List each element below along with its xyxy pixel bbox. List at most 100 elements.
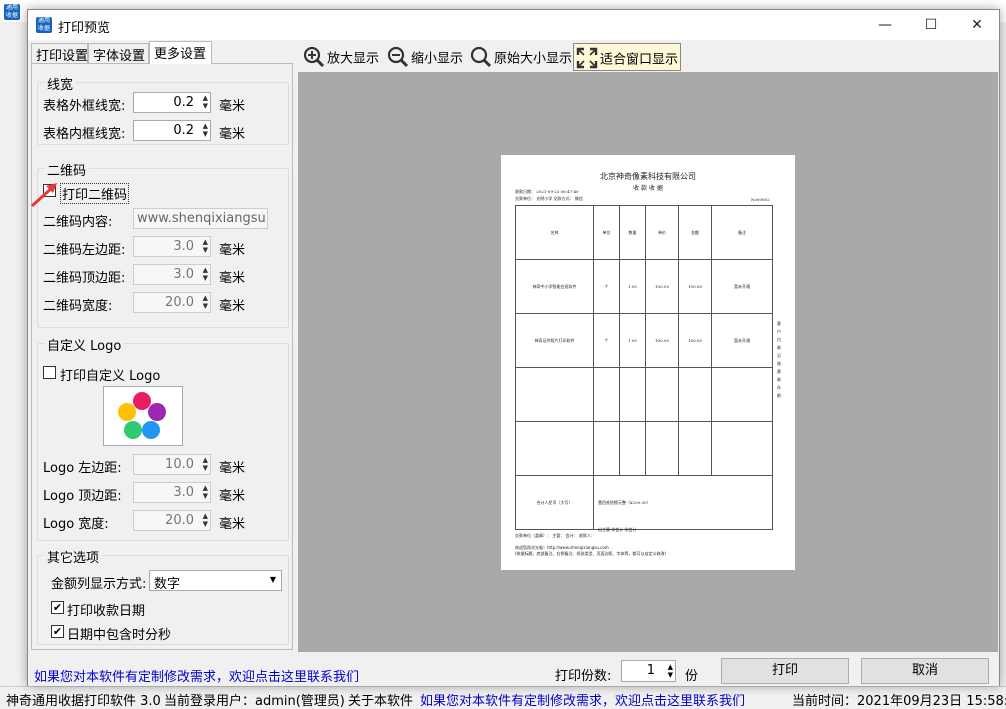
unit-label: 毫米 — [219, 243, 246, 258]
receipt-company: 北京神奇像素科技有限公司 — [600, 172, 696, 181]
logo-left-margin-value: 10.0 — [165, 457, 194, 472]
print-button[interactable]: 打印 — [721, 658, 849, 684]
table-row — [515, 421, 773, 476]
outer-line-width-label: 表格外框线宽: — [43, 99, 126, 114]
receipt-cell: 个 — [593, 259, 620, 314]
status-time: 当前时间：2021年09月23日 15:58:52 — [792, 694, 1006, 709]
logo-dot — [124, 421, 142, 439]
table-row: 合计人民币（大写） 壹佰贰拾捌元整（¥200.00） — [515, 475, 773, 530]
print-qrcode-label[interactable]: 打印二维码 — [60, 183, 130, 204]
copies-unit: 份 — [685, 669, 699, 684]
qrcode-group: 二维码 打印二维码 二维码内容: www.shenqixiangsu.com 二… — [37, 160, 289, 328]
dialog-titlebar: 通用收据 打印预览 — ☐ ✕ — [28, 10, 999, 40]
original-size-button[interactable]: 原始大小显示 — [468, 43, 574, 71]
logo-dot — [142, 421, 160, 439]
fit-window-button[interactable]: 适合窗口显示 — [573, 43, 682, 71]
stepper-arrows-icon[interactable]: ▲ ▼ — [203, 122, 208, 138]
custom-request-link[interactable]: 如果您对本软件有定制修改需求，欢迎点击这里联系我们 — [34, 666, 359, 685]
main-app-statusbar: 神奇通用收据打印软件 3.0 当前登录用户：admin(管理员) 关于本软件 如… — [0, 686, 1006, 709]
receipt-side-text: 客户 白联 记账 黄联 存根 — [777, 321, 781, 398]
receipt-date-line: 收款日期： 2021-09-23 08:47:40 — [515, 189, 579, 194]
stepper-arrows-icon[interactable]: ▲ ▼ — [203, 456, 208, 472]
qrcode-width-stepper[interactable]: 20.0 ▲ ▼ — [133, 292, 211, 313]
preview-toolbar: 放大显示 缩小显示 原始大小显示 适合窗口显示 — [298, 40, 998, 72]
print-preview-dialog: 通用收据 打印预览 — ☐ ✕ 打印设置 字体设置 更多设置 线宽 表格外框线宽… — [27, 9, 1000, 686]
receipt-cell: 100.00 — [678, 259, 712, 314]
receipt-number: No00002 — [751, 197, 770, 202]
receipt-header-cell: 备注 — [711, 205, 773, 260]
maximize-button[interactable]: ☐ — [908, 10, 954, 40]
stepper-arrows-icon[interactable]: ▲ ▼ — [203, 512, 208, 528]
date-time-checkbox[interactable]: ✔ — [51, 625, 64, 638]
qrcode-top-margin-stepper[interactable]: 3.0 ▲ ▼ — [133, 264, 211, 285]
more-settings-panel: 线宽 表格外框线宽: 0.2 ▲ ▼ 毫米 表格内框线宽: 0.2 ▲ ▼ 毫米 二维码… — [31, 63, 293, 650]
zoom-out-label: 缩小显示 — [411, 51, 464, 67]
tab-more-settings[interactable]: 更多设置 — [149, 41, 212, 64]
receipt-header-cell: 金额 — [678, 205, 712, 260]
logo-width-value: 20.0 — [165, 513, 194, 528]
qrcode-left-margin-label: 二维码左边距: — [43, 243, 126, 258]
inner-line-width-label: 表格内框线宽: — [43, 127, 126, 142]
tab-print-settings[interactable]: 打印设置 — [31, 43, 88, 64]
fit-window-icon — [576, 47, 598, 69]
receipt-header-cell: 数量 — [619, 205, 646, 260]
outer-line-width-stepper[interactable]: 0.2 ▲ ▼ — [133, 92, 211, 113]
stepper-arrows-icon[interactable]: ▲ ▼ — [203, 484, 208, 500]
copies-label: 打印份数: — [555, 669, 612, 684]
copies-stepper[interactable]: 1 ▲ ▼ — [621, 660, 676, 682]
unit-label: 毫米 — [219, 271, 246, 286]
line-width-group-title: 线宽 — [44, 74, 77, 93]
print-date-checkbox[interactable]: ✔ — [51, 601, 64, 614]
logo-preview-image[interactable] — [103, 386, 183, 446]
status-about-link[interactable]: 关于本软件 — [348, 690, 413, 709]
receipt-cell: 神奇证件照片打印软件 — [515, 313, 594, 368]
receipt-total-label: 合计人民币（大写） — [515, 475, 594, 530]
cancel-button[interactable]: 取消 — [861, 658, 989, 684]
red-arrow-icon — [30, 183, 57, 208]
zoom-in-button[interactable]: 放大显示 — [301, 43, 381, 71]
unit-label: 毫米 — [219, 489, 246, 504]
logo-left-margin-label: Logo 左边距: — [43, 461, 122, 476]
receipt-header-cell: 单位 — [593, 205, 620, 260]
logo-left-margin-stepper[interactable]: 10.0 ▲ ▼ — [133, 454, 211, 475]
date-time-label[interactable]: 日期中包含时分秒 — [67, 624, 171, 643]
chevron-down-icon: ▼ — [269, 575, 276, 584]
receipt-cell: 暂未开通 — [711, 313, 773, 368]
zoom-out-button[interactable]: 缩小显示 — [385, 43, 465, 71]
stepper-arrows-icon[interactable]: ▲ ▼ — [668, 663, 673, 679]
qrcode-group-title: 二维码 — [44, 160, 90, 179]
receipt-table: 名称 单位 数量 单价 金额 备注 神奇中小学智能台班软件 个 1.00 100… — [515, 205, 773, 530]
magnifier-icon — [470, 46, 492, 68]
logo-width-stepper[interactable]: 20.0 ▲ ▼ — [133, 510, 211, 531]
logo-top-margin-stepper[interactable]: 3.0 ▲ ▼ — [133, 482, 211, 503]
preview-area[interactable]: 北京神奇像素科技有限公司 收 款 收 据 收款日期： 2021-09-23 08… — [298, 72, 998, 652]
other-options-group-title: 其它选项 — [44, 547, 103, 566]
tab-font-settings[interactable]: 字体设置 — [88, 43, 149, 64]
qrcode-content-field[interactable]: www.shenqixiangsu.com — [133, 208, 268, 229]
outer-line-width-value: 0.2 — [173, 95, 194, 110]
stepper-arrows-icon[interactable]: ▲ ▼ — [203, 294, 208, 310]
inner-line-width-stepper[interactable]: 0.2 ▲ ▼ — [133, 120, 211, 141]
minimize-button[interactable]: — — [862, 10, 908, 40]
stepper-arrows-icon[interactable]: ▲ ▼ — [203, 266, 208, 282]
print-date-label[interactable]: 打印收款日期 — [67, 600, 145, 619]
print-logo-label[interactable]: 打印自定义 Logo — [60, 365, 160, 384]
close-button[interactable]: ✕ — [954, 10, 1000, 40]
amount-display-value: 数字 — [154, 577, 181, 592]
receipt-cell: 神奇中小学智能台班软件 — [515, 259, 594, 314]
status-app-name: 神奇通用收据打印软件 3.0 — [6, 694, 161, 709]
qrcode-top-margin-label: 二维码顶边距: — [43, 271, 126, 286]
zoom-out-icon — [387, 46, 409, 68]
unit-label: 毫米 — [219, 127, 246, 142]
stepper-arrows-icon[interactable]: ▲ ▼ — [203, 94, 208, 110]
status-custom-link[interactable]: 如果您对本软件有定制修改需求，欢迎点击这里联系我们 — [420, 690, 745, 709]
logo-group-title: 自定义 Logo — [44, 335, 125, 354]
stepper-arrows-icon[interactable]: ▲ ▼ — [203, 238, 208, 254]
other-options-group: 其它选项 金额列显示方式: 数字 ▼ ✔ 打印收款日期 ✔ 日期中包含时分秒 — [37, 547, 289, 645]
logo-top-margin-value: 3.0 — [173, 485, 194, 500]
amount-display-select[interactable]: 数字 ▼ — [149, 570, 282, 592]
qrcode-left-margin-stepper[interactable]: 3.0 ▲ ▼ — [133, 236, 211, 257]
print-logo-checkbox[interactable] — [43, 366, 56, 379]
receipt-cell: 暂未开通 — [711, 259, 773, 314]
receipt-footer-note: (收据标题、底部备注、右侧备注、纸张类型、页面边距、字体等，都可以自定义修改) — [515, 551, 667, 556]
